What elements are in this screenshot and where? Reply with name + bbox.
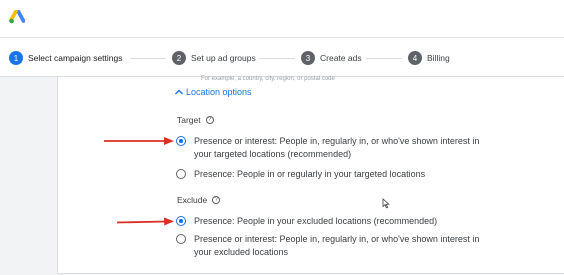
- option-text: Presence: People in your excluded locati…: [194, 216, 438, 226]
- option-text: Presence: People in or regularly in your…: [194, 169, 426, 179]
- step-number: 2: [172, 51, 186, 65]
- main-content: For example, a country, city, region, or…: [0, 76, 564, 275]
- step-number: 4: [408, 51, 422, 65]
- radio-selected-icon[interactable]: [176, 216, 186, 226]
- step-connector: [259, 58, 295, 59]
- step-billing[interactable]: 4 Billing: [408, 50, 450, 66]
- location-hint-text: For example, a country, city, region, or…: [201, 76, 335, 82]
- campaign-stepper: 1 Select campaign settings 2 Set up ad g…: [0, 38, 564, 77]
- annotation-arrow-icon: [104, 137, 174, 145]
- option-line: your excluded locations: [194, 247, 289, 257]
- help-icon[interactable]: ?: [212, 196, 221, 204]
- location-options-toggle[interactable]: Location options: [174, 87, 252, 97]
- google-ads-logo-icon[interactable]: [9, 10, 25, 24]
- annotation-arrow-icon: [117, 217, 174, 226]
- step-create-ads[interactable]: 3 Create ads: [301, 50, 362, 66]
- step-number: 3: [301, 51, 315, 65]
- exclude-title: Exclude: [177, 195, 208, 205]
- target-section-title: Target ?: [177, 115, 214, 125]
- step-set-up-ad-groups[interactable]: 2 Set up ad groups: [172, 50, 256, 66]
- target-title: Target: [177, 115, 201, 125]
- option-text: Presence or interest: People in, regular…: [194, 135, 479, 161]
- exclude-section-title: Exclude ?: [177, 195, 221, 205]
- radio-unselected-icon[interactable]: [176, 234, 186, 244]
- step-connector: [366, 58, 402, 59]
- step-select-campaign-settings[interactable]: 1 Select campaign settings: [9, 50, 123, 66]
- target-option-presence[interactable]: Presence: People in or regularly in your…: [176, 168, 425, 181]
- mouse-cursor-icon: [382, 198, 390, 209]
- step-number: 1: [9, 51, 23, 65]
- option-line: Presence or interest: People in, regular…: [194, 136, 480, 146]
- exclude-option-presence-or-interest[interactable]: Presence or interest: People in, regular…: [176, 233, 479, 259]
- step-connector: [130, 58, 166, 59]
- exclude-option-presence[interactable]: Presence: People in your excluded locati…: [176, 215, 437, 228]
- top-bar: [0, 0, 564, 38]
- target-option-presence-or-interest[interactable]: Presence or interest: People in, regular…: [176, 135, 479, 161]
- option-line: your targeted locations (recommended): [194, 149, 352, 159]
- chevron-up-icon: [175, 89, 183, 95]
- location-settings-card: For example, a country, city, region, or…: [57, 76, 564, 274]
- location-options-label: Location options: [186, 87, 252, 97]
- step-label: Select campaign settings: [28, 53, 123, 63]
- help-icon[interactable]: ?: [205, 116, 214, 124]
- step-label: Billing: [427, 53, 450, 63]
- option-line: Presence or interest: People in, regular…: [194, 234, 480, 244]
- option-text: Presence or interest: People in, regular…: [194, 233, 479, 259]
- radio-unselected-icon[interactable]: [176, 169, 186, 179]
- radio-selected-icon[interactable]: [176, 136, 186, 146]
- step-label: Create ads: [320, 53, 362, 63]
- step-label: Set up ad groups: [191, 53, 256, 63]
